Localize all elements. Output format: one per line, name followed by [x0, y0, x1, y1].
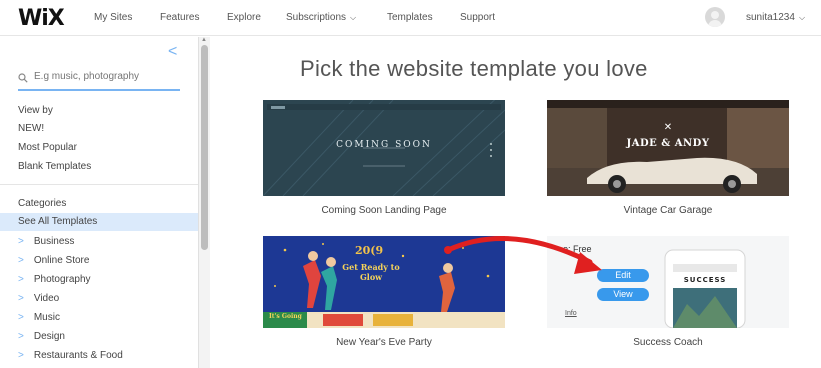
chevron-right-icon: >: [18, 350, 24, 361]
chevron-right-icon: >: [18, 274, 24, 285]
category-photography[interactable]: > Photography: [18, 274, 91, 285]
template-name: New Year's Eve Party: [336, 337, 432, 348]
category-online-store[interactable]: > Online Store: [18, 255, 89, 266]
collapse-sidebar-icon[interactable]: <: [168, 43, 177, 61]
category-label: Online Store: [33, 255, 90, 266]
category-label: Business: [33, 236, 75, 247]
view-template-button[interactable]: View: [597, 288, 649, 301]
nav-explore[interactable]: Explore: [227, 12, 261, 23]
party-thumb-text: Get Ready to Glow: [342, 262, 400, 282]
chevron-right-icon: >: [18, 293, 24, 304]
nav-templates[interactable]: Templates: [387, 12, 433, 23]
template-card-vintage-car-garage[interactable]: ✕ JADE & ANDY Vintage Car Garage: [547, 100, 789, 220]
sidebar-divider: [0, 184, 198, 185]
template-filter-sidebar: < View by NEW! Most Popular Blank Templa…: [0, 37, 198, 368]
chevron-right-icon: >: [18, 236, 24, 247]
wix-logo[interactable]: WiX: [18, 6, 65, 31]
template-name: Coming Soon Landing Page: [321, 205, 447, 216]
category-see-all-templates[interactable]: See All Templates: [0, 213, 198, 231]
category-design[interactable]: > Design: [18, 331, 65, 342]
category-video[interactable]: > Video: [18, 293, 59, 304]
view-by-new[interactable]: NEW!: [18, 123, 44, 134]
search-input[interactable]: [34, 71, 180, 82]
category-label: Design: [33, 331, 65, 342]
category-music[interactable]: > Music: [18, 312, 60, 323]
category-see-all-label: See All Templates: [18, 216, 98, 227]
template-thumbnail[interactable]: ✕ JADE & ANDY: [547, 100, 789, 196]
user-avatar-icon[interactable]: [705, 7, 725, 27]
nav-my-sites[interactable]: My Sites: [94, 12, 132, 23]
categories-heading: Categories: [18, 198, 67, 209]
account-menu[interactable]: sunita1234 ⌵: [746, 12, 805, 23]
svg-text:✕: ✕: [664, 122, 672, 133]
chevron-down-icon: ⌵: [798, 13, 806, 22]
chevron-right-icon: >: [18, 312, 24, 323]
scrollbar-thumb[interactable]: [201, 45, 208, 250]
view-by-blank-templates[interactable]: Blank Templates: [18, 161, 91, 172]
template-name: Vintage Car Garage: [623, 205, 713, 216]
party-thumb-year: 20(9: [355, 244, 384, 257]
red-annotation-arrow-icon: [444, 236, 602, 274]
vintage-car-thumb-text: JADE & ANDY: [626, 138, 710, 149]
success-thumb-text: SUCCESS: [683, 276, 727, 284]
template-card-coming-soon[interactable]: COMING SOON Coming Soon Landing Page: [263, 100, 505, 220]
template-name: Success Coach: [633, 337, 703, 348]
search-icon: [18, 73, 28, 83]
scroll-up-arrow-icon[interactable]: ▲: [201, 37, 207, 43]
category-restaurants-food[interactable]: > Restaurants & Food: [18, 350, 123, 361]
template-thumbnail[interactable]: COMING SOON: [263, 100, 505, 196]
view-by-heading: View by: [18, 105, 53, 116]
chevron-right-icon: >: [18, 331, 24, 342]
chevron-down-icon: ⌵: [350, 13, 357, 22]
category-label: Photography: [33, 274, 91, 285]
top-navigation-bar: WiX My Sites Features Explore Subscripti…: [0, 0, 821, 36]
nav-features[interactable]: Features: [160, 12, 199, 23]
category-label: Music: [33, 312, 60, 323]
chevron-right-icon: >: [18, 255, 24, 266]
category-label: Video: [33, 293, 60, 304]
template-info-link[interactable]: Info: [565, 310, 577, 317]
category-label: Restaurants & Food: [33, 350, 123, 361]
view-by-most-popular[interactable]: Most Popular: [18, 142, 77, 153]
sidebar-scrollbar[interactable]: ▲: [198, 37, 210, 368]
nav-support[interactable]: Support: [460, 12, 495, 23]
page-headline: Pick the website template you love: [300, 56, 648, 81]
template-search: [18, 69, 180, 91]
party-thumb-footer: It's Going: [269, 313, 302, 320]
category-business[interactable]: > Business: [18, 236, 74, 247]
nav-subscriptions[interactable]: Subscriptions ⌵: [286, 12, 356, 23]
coming-soon-thumb-text: COMING SOON: [336, 140, 432, 150]
username-label: sunita1234: [746, 12, 795, 23]
nav-subscriptions-label: Subscriptions: [286, 12, 347, 23]
